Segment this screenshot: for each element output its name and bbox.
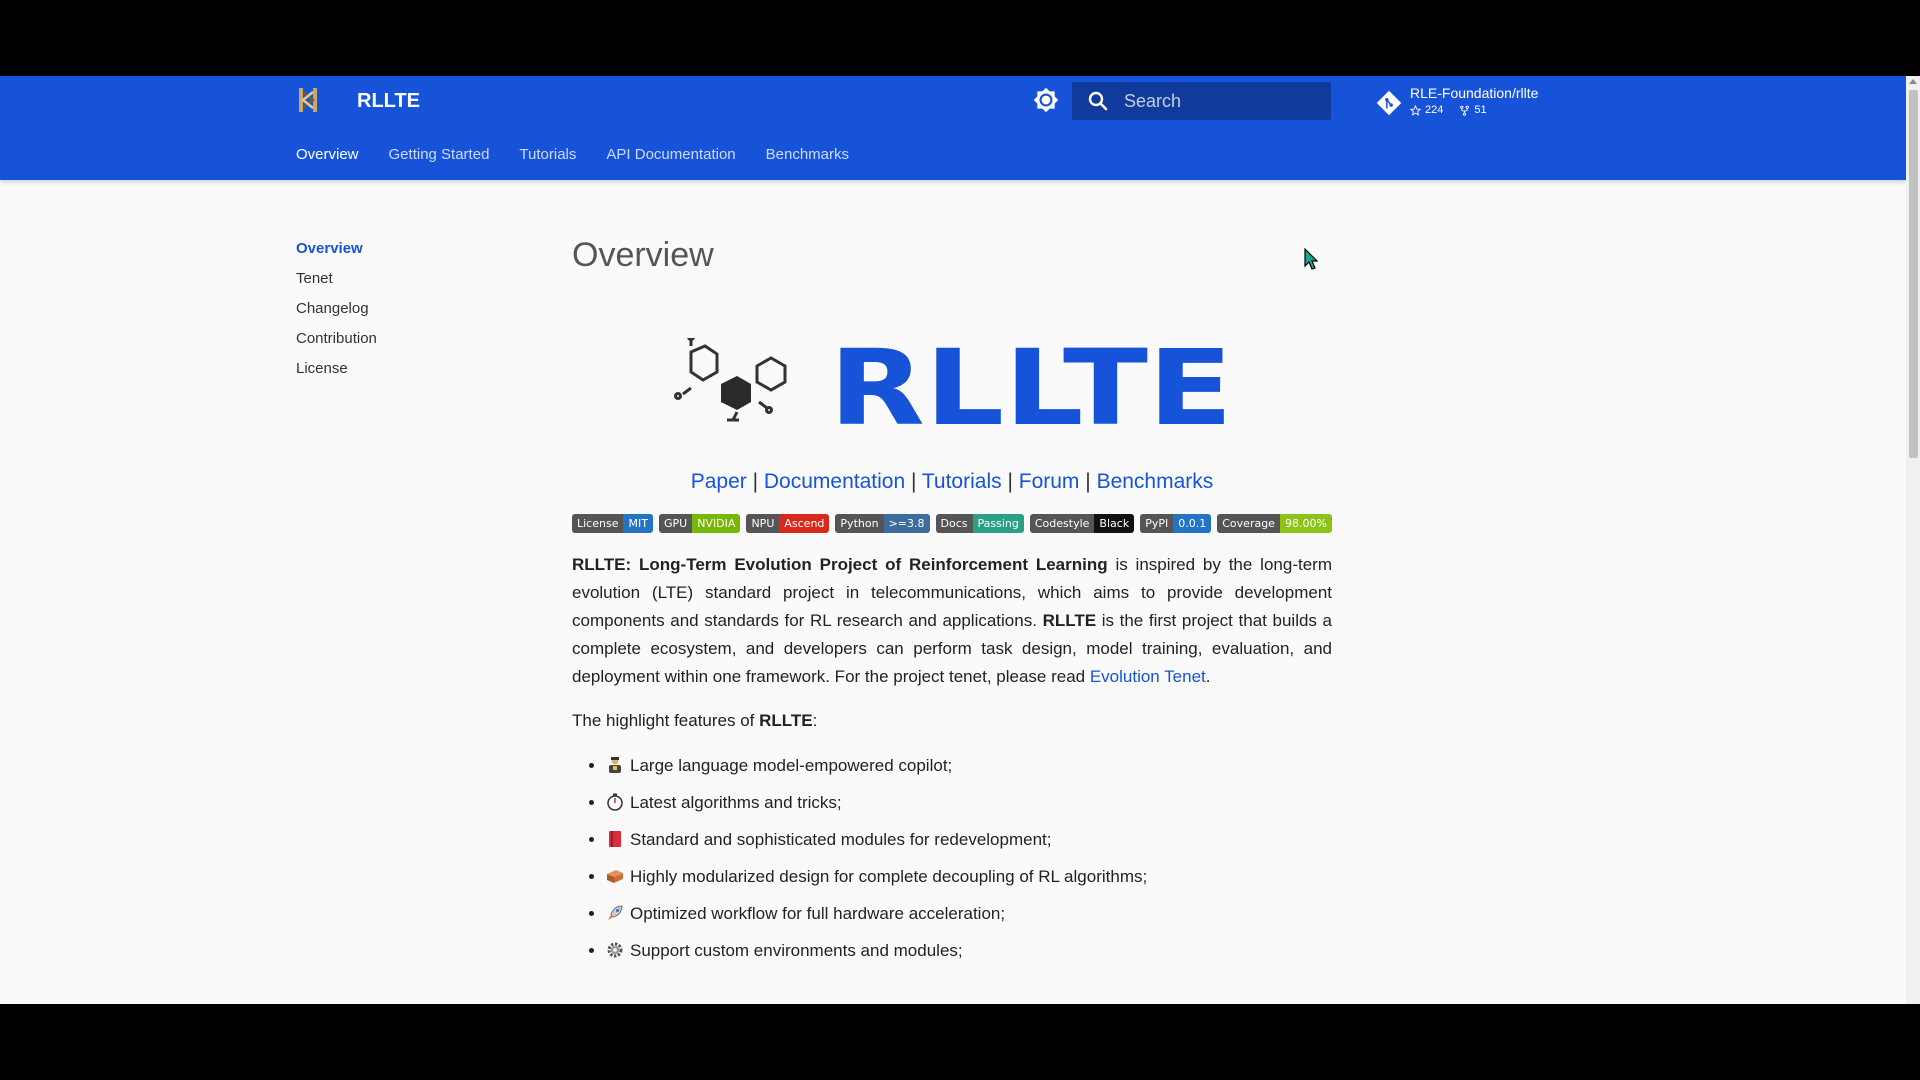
list-item: Large language model-empowered copilot; (606, 747, 1332, 784)
badge-label: Docs (935, 514, 973, 533)
list-item: Support custom environments and modules; (606, 932, 1332, 969)
badge-value: >=3.8 (883, 514, 930, 533)
badge-row: License MIT GPU NVIDIA NPU Ascend Python >=3… (572, 514, 1332, 533)
badge-value: NVIDIA (692, 514, 741, 533)
badge-npu[interactable]: NPU Ascend (746, 514, 830, 533)
badge-value: Ascend (779, 514, 830, 533)
hexagon-outline-1 (689, 344, 719, 382)
badge-codestyle[interactable]: Codestyle Black (1029, 514, 1135, 533)
badge-value: Black (1094, 514, 1135, 533)
list-item: Standard and sophisticated modules for r… (606, 821, 1332, 858)
git-icon (1376, 90, 1402, 116)
link-benchmarks[interactable]: Benchmarks (1097, 470, 1214, 493)
brightness-icon (1033, 87, 1059, 113)
star-icon (1410, 104, 1421, 116)
feature-text: Optimized workflow for full hardware acc… (630, 904, 1006, 923)
sidebar-item-overview[interactable]: Overview (296, 240, 377, 258)
highlights-bold: RLLTE (759, 711, 813, 730)
quick-links: Paper | Documentation | Tutorials | Foru… (690, 470, 1214, 493)
browser-viewport: RLLTE RLE-Foundation/rllte (0, 76, 1920, 1004)
list-item: Highly modularized design for complete d… (606, 858, 1332, 895)
feature-text: Support custom environments and modules; (630, 941, 963, 960)
sidebar-item-tenet[interactable]: Tenet (296, 270, 377, 288)
badge-label: NPU (746, 514, 780, 533)
tab-overview[interactable]: Overview (296, 146, 359, 163)
top-header: RLLTE RLE-Foundation/rllte (0, 76, 1906, 180)
badge-label: Python (835, 514, 884, 533)
list-item: Optimized workflow for full hardware acc… (606, 895, 1332, 932)
fork-icon (1460, 105, 1470, 116)
hexagon-outline-2 (755, 356, 787, 392)
badge-license[interactable]: License MIT (572, 514, 653, 533)
repo-stats: 224 51 (1410, 104, 1487, 116)
list-item: Latest algorithms and tricks; (606, 784, 1332, 821)
book-icon (609, 831, 621, 847)
rocket-icon (608, 905, 623, 920)
search-input[interactable] (1122, 89, 1316, 113)
star-count: 224 (1425, 104, 1444, 116)
banner-text: RLLTE (829, 338, 1233, 432)
sidebar-nav: Overview Tenet Changelog Contribution Li… (296, 240, 377, 390)
search-icon (1088, 91, 1108, 111)
vertical-scrollbar[interactable] (1906, 76, 1920, 1004)
tab-getting-started[interactable]: Getting Started (389, 146, 490, 163)
sidebar-item-changelog[interactable]: Changelog (296, 300, 377, 318)
scroll-up-arrow-icon[interactable] (1909, 79, 1917, 84)
badge-coverage[interactable]: Coverage 98.00% (1217, 514, 1332, 533)
badge-gpu[interactable]: GPU NVIDIA (658, 514, 741, 533)
highlights-prefix: The highlight features of (572, 711, 760, 730)
fork-count: 51 (1474, 104, 1487, 116)
tab-tutorials[interactable]: Tutorials (519, 146, 576, 163)
badge-value: 0.0.1 (1173, 514, 1212, 533)
main-content: Overview RLLTE Paper | Documentation | T… (572, 236, 1332, 969)
hexagon-filled (721, 376, 751, 410)
mouse-cursor-icon (1304, 248, 1318, 270)
feature-text: Highly modularized design for complete d… (630, 867, 1148, 886)
stopwatch-icon (607, 793, 623, 811)
tab-api-documentation[interactable]: API Documentation (606, 146, 735, 163)
intro-text-3: . (1205, 667, 1211, 686)
feature-text: Latest algorithms and tricks; (630, 793, 842, 812)
link-paper[interactable]: Paper (691, 470, 747, 493)
scrollbar-thumb[interactable] (1909, 90, 1918, 458)
badge-docs[interactable]: Docs Passing (935, 514, 1024, 533)
badge-label: Codestyle (1029, 514, 1095, 533)
site-title[interactable]: RLLTE (357, 90, 420, 113)
feature-list: Large language model-empowered copilot; … (572, 747, 1332, 969)
intro-bold-title: RLLTE: Long-Term Evolution Project of Re… (572, 555, 1108, 574)
badge-value: MIT (623, 514, 653, 533)
badge-label: License (572, 514, 624, 533)
search-box[interactable] (1072, 82, 1331, 120)
badge-value: 98.00% (1279, 514, 1332, 533)
badge-label: GPU (658, 514, 693, 533)
link-forum[interactable]: Forum (1019, 470, 1080, 493)
badge-label: Coverage (1217, 514, 1280, 533)
theme-toggle-button[interactable] (1031, 85, 1061, 115)
intro-paragraph: RLLTE: Long-Term Evolution Project of Re… (572, 551, 1332, 691)
link-tutorials[interactable]: Tutorials (922, 470, 1002, 493)
highlights-suffix: : (812, 711, 818, 730)
sidebar-item-contribution[interactable]: Contribution (296, 330, 377, 348)
gear-icon (607, 942, 623, 958)
evolution-tenet-link[interactable]: Evolution Tenet (1090, 667, 1206, 686)
link-documentation[interactable]: Documentation (764, 470, 905, 493)
highlights-intro: The highlight features of RLLTE: (572, 707, 1332, 735)
badge-value: Passing (972, 514, 1024, 533)
bricks-icon (607, 870, 623, 883)
badge-python[interactable]: Python >=3.8 (835, 514, 930, 533)
rllte-banner-logo: RLLTE (674, 338, 1233, 432)
repo-name: RLE-Foundation/rllte (1410, 85, 1539, 101)
header-tabs: Overview Getting Started Tutorials API D… (296, 146, 849, 163)
badge-label: PyPI (1140, 514, 1174, 533)
copilot-icon (609, 757, 621, 773)
feature-text: Standard and sophisticated modules for r… (630, 830, 1052, 849)
sidebar-item-license[interactable]: License (296, 360, 377, 378)
repo-link[interactable]: RLE-Foundation/rllte 224 51 (1374, 82, 1554, 122)
tab-benchmarks[interactable]: Benchmarks (766, 146, 849, 163)
feature-text: Large language model-empowered copilot; (630, 756, 953, 775)
intro-bold-name: RLLTE (1042, 611, 1097, 630)
badge-pypi[interactable]: PyPI 0.0.1 (1140, 514, 1212, 533)
site-logo-icon[interactable] (296, 86, 320, 114)
page-title: Overview (572, 236, 714, 274)
